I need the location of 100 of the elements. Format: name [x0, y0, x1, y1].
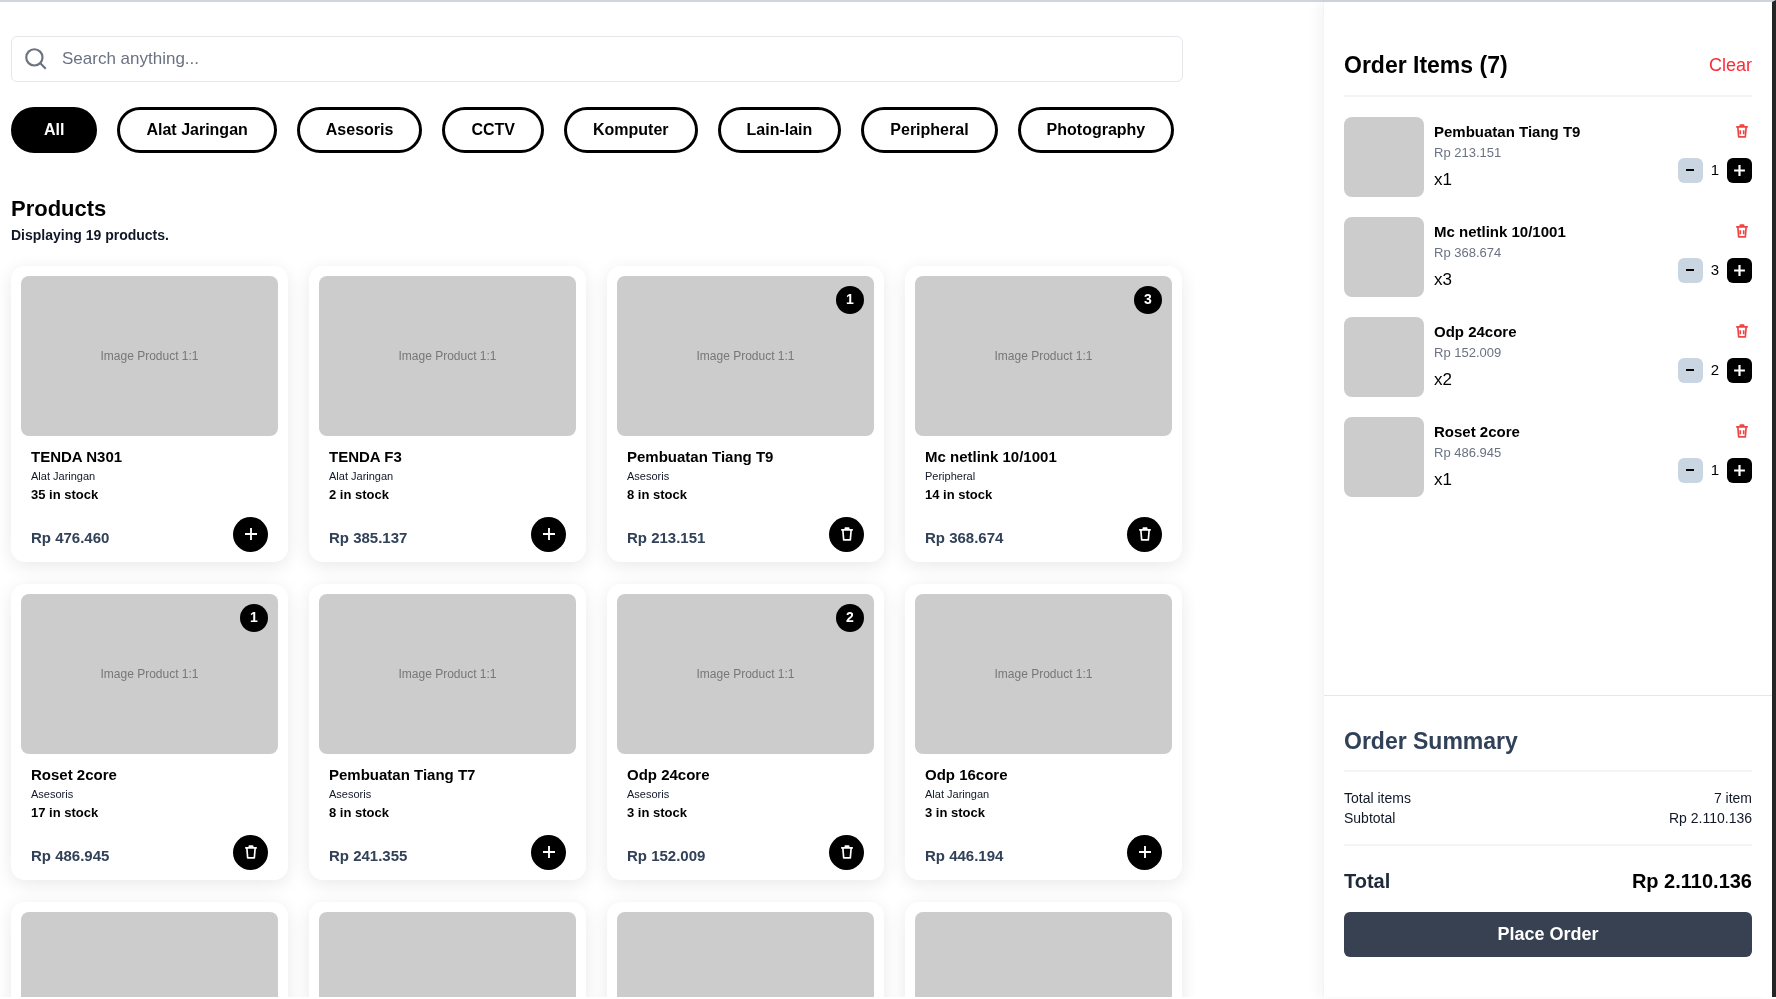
placeholder-text: Image Product 1:1	[100, 665, 199, 683]
product-category: Peripheral	[925, 469, 977, 484]
placeholder-text: Image Product 1:1	[100, 347, 199, 365]
item-name: Odp 24core	[1434, 321, 1518, 342]
product-name: TENDA N301	[31, 446, 124, 467]
plus-icon	[1733, 363, 1746, 377]
product-name: Roset 2core	[31, 764, 118, 785]
increment-button[interactable]	[1727, 257, 1752, 283]
product-price: Rp 385.137	[329, 528, 408, 548]
product-name: Mc netlink 10/1001	[925, 446, 1058, 467]
summary-value: Rp 2.110.136	[1668, 809, 1752, 828]
product-category: Asesoris	[627, 787, 671, 802]
stock-text: 8 in stock	[329, 803, 390, 822]
add-button[interactable]	[233, 516, 268, 552]
remove-button[interactable]	[829, 516, 864, 552]
section-title: Products	[11, 195, 108, 223]
item-quantity: x3	[1434, 268, 1453, 291]
item-price: Rp 213.151	[1434, 144, 1503, 162]
clear-link[interactable]: Clear	[1709, 51, 1752, 79]
placeholder-text: Image Product 1:1	[398, 347, 497, 365]
summary-title: Order Summary	[1344, 723, 1752, 772]
stock-text: 2 in stock	[329, 485, 390, 504]
category-chip[interactable]: Asesoris	[296, 107, 423, 153]
decrement-button[interactable]	[1677, 357, 1703, 383]
quantity-value: 3	[1710, 259, 1719, 280]
remove-button[interactable]	[829, 834, 864, 870]
increment-button[interactable]	[1727, 157, 1752, 183]
increment-button[interactable]	[1727, 457, 1752, 483]
product-price: Rp 486.945	[31, 846, 110, 866]
products-count: Displaying 19 products.	[11, 225, 170, 245]
category-chip[interactable]: CCTV	[442, 107, 544, 153]
category-chip[interactable]: All	[11, 107, 98, 153]
placeholder-text: Image Product 1:1	[994, 665, 1093, 683]
product-name: Pembuatan Tiang T7	[329, 764, 477, 785]
plus-icon	[1733, 263, 1746, 277]
product-category: Asesoris	[31, 787, 75, 802]
product-name: Odp 16core	[925, 764, 1009, 785]
placeholder-text: Image Product 1:1	[696, 347, 795, 365]
total-value: Rp 2.110.136	[1631, 869, 1752, 894]
add-button[interactable]	[531, 516, 566, 552]
quantity-badge: 2	[836, 603, 864, 632]
item-price: Rp 152.009	[1434, 344, 1503, 362]
stock-text: 35 in stock	[31, 485, 100, 504]
stock-text: 14 in stock	[925, 485, 994, 504]
product-price: Rp 152.009	[627, 846, 706, 866]
quantity-badge: 1	[240, 603, 268, 632]
remove-button[interactable]	[1127, 516, 1162, 552]
search-icon	[23, 46, 49, 72]
decrement-button[interactable]	[1677, 257, 1703, 283]
quantity-value: 2	[1710, 359, 1719, 380]
panel-title: Order Items (7)	[1344, 51, 1508, 80]
summary-value: 7 item	[1713, 789, 1752, 808]
item-price: Rp 368.674	[1434, 244, 1503, 262]
decrement-button[interactable]	[1677, 457, 1703, 483]
quantity-value: 1	[1710, 159, 1719, 180]
item-quantity: x1	[1434, 468, 1453, 491]
item-name: Mc netlink 10/1001	[1434, 221, 1567, 242]
add-button[interactable]	[531, 834, 566, 870]
item-quantity: x1	[1434, 168, 1453, 191]
category-chip[interactable]: Lain-lain	[717, 107, 842, 153]
place-order-button[interactable]: Place Order	[1344, 912, 1752, 957]
category-chip[interactable]: Photography	[1017, 107, 1175, 153]
quantity-value: 1	[1710, 459, 1719, 480]
increment-button[interactable]	[1727, 357, 1752, 383]
placeholder-text: Image Product 1:1	[994, 347, 1093, 365]
stock-text: 3 in stock	[627, 803, 688, 822]
category-chip[interactable]: Peripheral	[861, 107, 998, 153]
search-field[interactable]: Search anything...	[11, 36, 1183, 82]
product-price: Rp 446.194	[925, 846, 1004, 866]
category-chip[interactable]: Alat Jaringan	[117, 107, 277, 153]
product-category: Asesoris	[329, 787, 373, 802]
product-price: Rp 368.674	[925, 528, 1004, 548]
item-price: Rp 486.945	[1434, 444, 1503, 462]
remove-button[interactable]	[233, 834, 268, 870]
product-category: Alat Jaringan	[329, 469, 395, 484]
product-price: Rp 476.460	[31, 528, 110, 548]
summary-label: Total items	[1344, 789, 1411, 808]
add-button[interactable]	[1127, 834, 1162, 870]
total-label: Total	[1344, 869, 1391, 894]
item-quantity: x2	[1434, 368, 1453, 391]
product-name: Odp 24core	[627, 764, 711, 785]
placeholder-text: Image Product 1:1	[696, 665, 795, 683]
product-category: Alat Jaringan	[925, 787, 991, 802]
product-name: Pembuatan Tiang T9	[627, 446, 775, 467]
quantity-badge: 1	[836, 285, 864, 314]
stock-text: 3 in stock	[925, 803, 986, 822]
placeholder-text: Image Product 1:1	[398, 665, 497, 683]
decrement-button[interactable]	[1677, 157, 1703, 183]
summary-label: Subtotal	[1344, 809, 1396, 828]
item-name: Pembuatan Tiang T9	[1434, 121, 1582, 142]
stock-text: 8 in stock	[627, 485, 688, 504]
plus-icon	[1733, 463, 1746, 477]
stock-text: 17 in stock	[31, 803, 100, 822]
product-category: Alat Jaringan	[31, 469, 97, 484]
product-name: TENDA F3	[329, 446, 403, 467]
item-name: Roset 2core	[1434, 421, 1521, 442]
plus-icon	[1733, 163, 1746, 177]
category-chip[interactable]: Komputer	[563, 107, 698, 153]
product-price: Rp 241.355	[329, 846, 408, 866]
quantity-badge: 3	[1134, 285, 1162, 314]
